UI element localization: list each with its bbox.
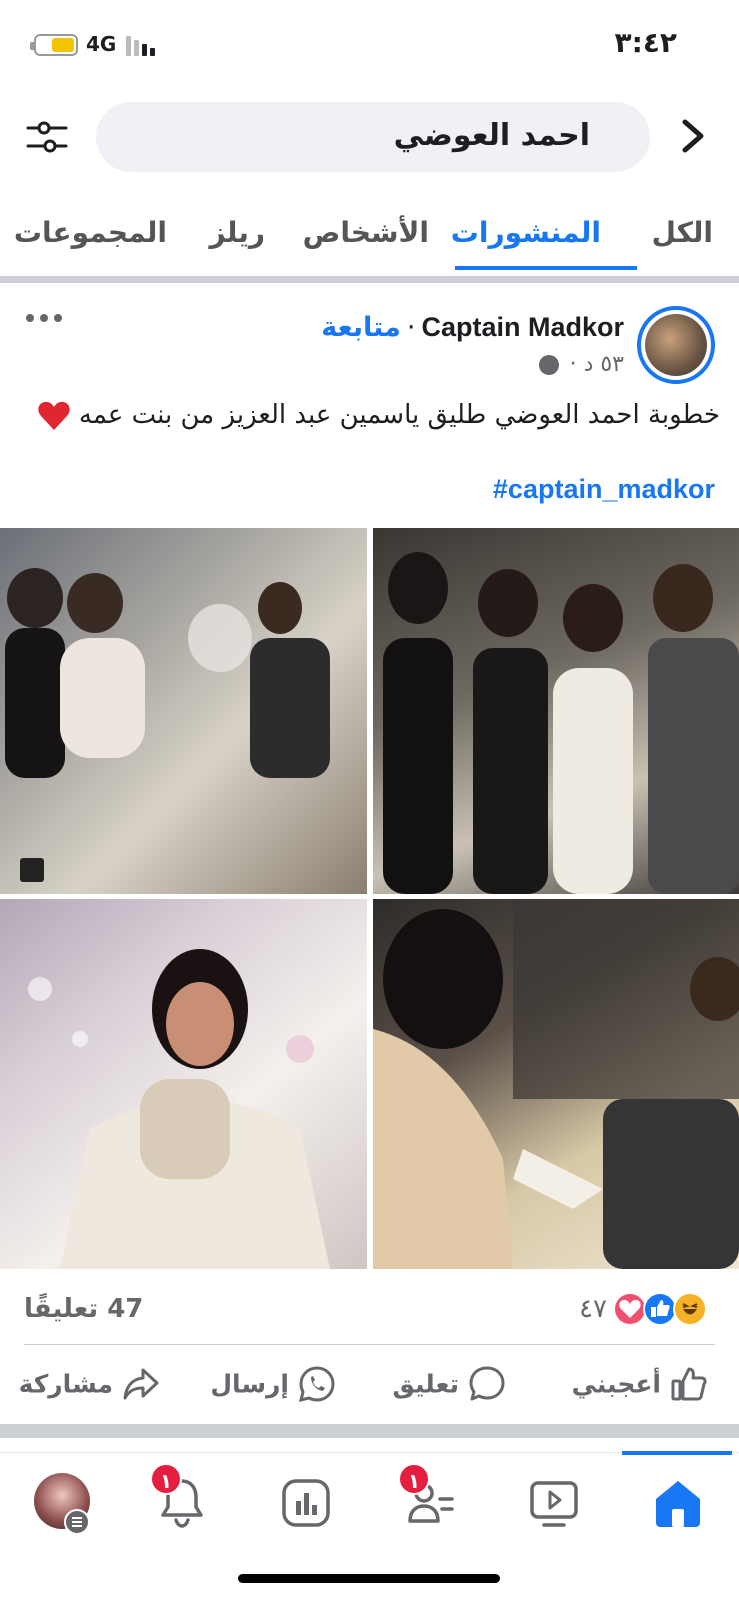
post-photo-4[interactable] [373, 899, 739, 1269]
tab-reels[interactable]: ريلز [210, 216, 265, 249]
reaction-count[interactable]: ٤٧ [579, 1294, 607, 1324]
search-header: احمد العوضي [0, 100, 739, 174]
follow-button[interactable]: متابعة [321, 312, 401, 343]
tab-people[interactable]: الأشخاص [303, 216, 429, 249]
author-line: Captain Madkor·متابعة [321, 312, 624, 343]
post-photo-2[interactable] [373, 528, 739, 894]
active-nav-indicator [622, 1451, 732, 1455]
share-label: مشاركة [18, 1369, 113, 1399]
back-arrow-icon[interactable] [675, 116, 711, 156]
status-time: ٣:٤٢ [614, 26, 677, 59]
more-options-icon[interactable] [26, 312, 62, 324]
friends-icon[interactable]: ١ [398, 1463, 460, 1533]
bottom-navigation: ١ ١ [0, 1451, 739, 1552]
share-button[interactable]: مشاركة [19, 1364, 161, 1408]
feed-divider [0, 1424, 739, 1438]
send-whatsapp-button[interactable]: إرسال [210, 1364, 337, 1408]
filter-icon[interactable] [24, 116, 70, 158]
author-name[interactable]: Captain Madkor [421, 312, 624, 342]
signal-icon [126, 32, 158, 56]
search-tabs: الكل المنشورات الأشخاص ريلز المجموعات [0, 200, 739, 276]
reactions-summary[interactable]: 47 تعليقًا ٤٧ [0, 1280, 739, 1344]
like-label: أعجبني [571, 1369, 661, 1399]
post-actions: أعجبني تعليق إرسال مشاركة [0, 1354, 739, 1420]
comment-bubble-icon [467, 1364, 507, 1404]
send-label: إرسال [210, 1369, 289, 1399]
tab-all[interactable]: الكل [652, 216, 713, 249]
share-arrow-icon [121, 1364, 161, 1404]
comment-count[interactable]: 47 تعليقًا [24, 1294, 143, 1324]
search-query: احمد العوضي [393, 118, 590, 153]
thumbs-up-icon [669, 1364, 709, 1404]
home-icon[interactable] [648, 1473, 708, 1533]
author-avatar[interactable] [637, 306, 715, 384]
tab-posts[interactable]: المنشورات [451, 216, 601, 249]
love-reaction-icon [613, 1292, 647, 1326]
network-type: 4G [86, 32, 117, 56]
like-button[interactable]: أعجبني [572, 1364, 709, 1408]
post-caption: خطوبة احمد العوضي طليق ياسمين عبد العزيز… [78, 400, 720, 430]
friends-badge: ١ [398, 1463, 430, 1495]
tab-groups[interactable]: المجموعات [14, 216, 167, 249]
haha-reaction-icon [673, 1292, 707, 1326]
comment-label: تعليق [392, 1369, 459, 1399]
author-separator: · [406, 312, 416, 343]
home-indicator [238, 1574, 500, 1583]
post-text: خطوبة احمد العوضي طليق ياسمين عبد العزيز… [20, 396, 720, 434]
post-meta: ٥٣ د · [538, 352, 624, 377]
section-divider [0, 276, 739, 283]
post-hashtag[interactable]: #captain_madkor [493, 474, 715, 505]
heart-emoji-icon [37, 400, 71, 432]
active-tab-indicator [455, 266, 637, 270]
reaction-icons [613, 1292, 709, 1328]
battery-icon [30, 34, 78, 56]
post-photo-1[interactable] [0, 528, 367, 894]
menu-icon[interactable] [64, 1509, 90, 1535]
comment-button[interactable]: تعليق [393, 1364, 507, 1408]
post-timestamp: ٥٣ د · [569, 352, 624, 377]
dashboard-icon[interactable] [276, 1473, 336, 1533]
post-photo-3[interactable] [0, 899, 367, 1269]
post-header: Captain Madkor·متابعة ٥٣ د · [0, 300, 739, 390]
whatsapp-icon [297, 1364, 337, 1404]
globe-icon [538, 355, 559, 375]
status-bar: 4G ٣:٤٢ [0, 0, 739, 90]
like-reaction-icon [643, 1292, 677, 1326]
video-icon[interactable] [524, 1473, 584, 1533]
search-input[interactable]: احمد العوضي [96, 102, 650, 172]
actions-divider [24, 1344, 715, 1345]
notifications-bell-icon[interactable]: ١ [150, 1463, 212, 1533]
notifications-badge: ١ [150, 1463, 182, 1495]
